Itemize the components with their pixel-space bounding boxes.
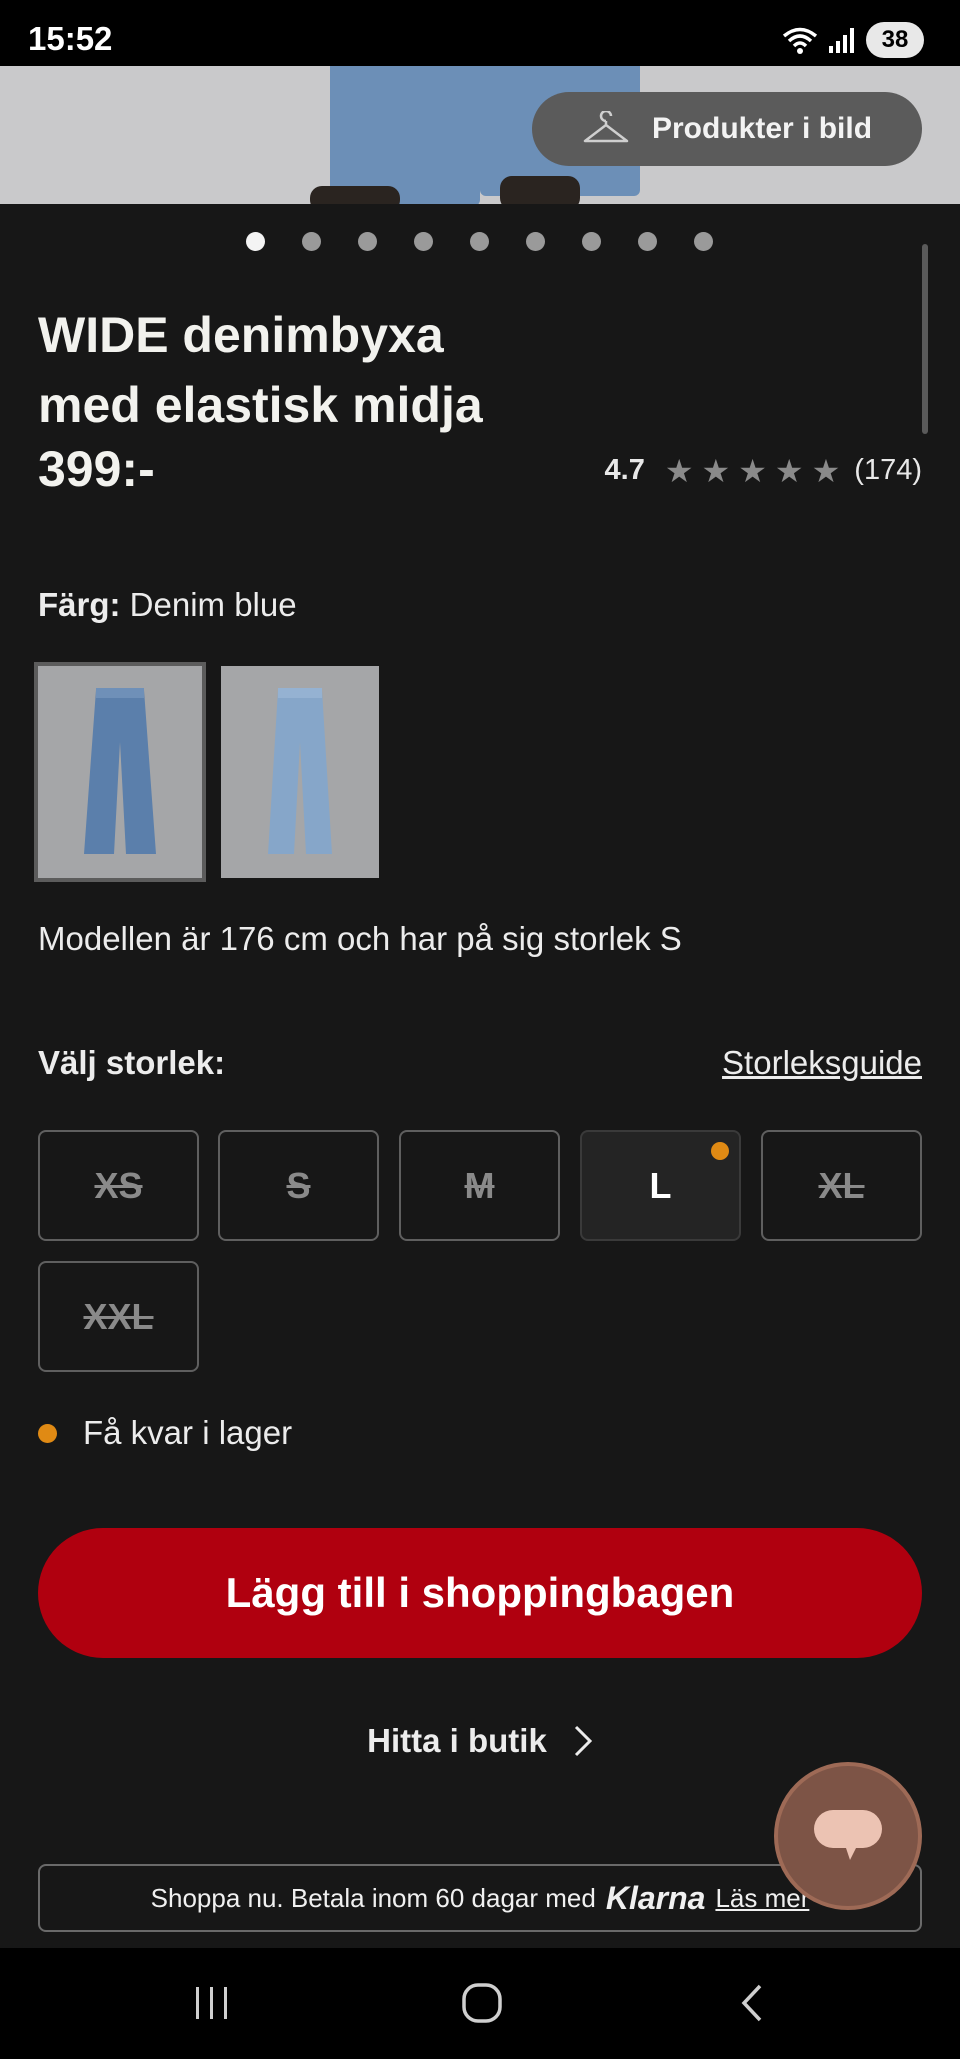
shoe-left bbox=[310, 186, 400, 204]
product-rating[interactable]: 4.7 ★ ★ ★ ★ ★ (174) bbox=[605, 454, 922, 487]
jeans-leg-left bbox=[330, 66, 480, 204]
products-in-image-label: Produkter i bild bbox=[652, 112, 873, 145]
rating-value: 4.7 bbox=[604, 454, 645, 486]
carousel-dot[interactable] bbox=[302, 232, 321, 251]
klarna-text: Shoppa nu. Betala inom 60 dagar med bbox=[150, 1882, 596, 1913]
size-option-xxl[interactable]: XXL bbox=[38, 1261, 199, 1372]
carousel-dot[interactable] bbox=[414, 232, 433, 251]
size-option-xl[interactable]: XL bbox=[761, 1130, 922, 1241]
chat-button[interactable] bbox=[774, 1762, 922, 1910]
size-heading: Välj storlek: bbox=[38, 1044, 226, 1081]
carousel-dot[interactable] bbox=[638, 232, 657, 251]
product-title-line: WIDE denimbyxa bbox=[38, 307, 444, 363]
star-icon: ★ bbox=[664, 452, 694, 489]
product-title: WIDE denimbyxa med elastisk midja bbox=[38, 300, 578, 440]
add-to-bag-button[interactable]: Lägg till i shoppingbagen bbox=[38, 1528, 922, 1658]
star-icon: ★ bbox=[738, 452, 767, 489]
home-icon bbox=[462, 1983, 502, 2023]
size-option-l[interactable]: L bbox=[580, 1130, 741, 1241]
status-icons: 38 bbox=[782, 22, 924, 58]
back-button[interactable] bbox=[722, 1978, 782, 2028]
jeans-thumbnail bbox=[84, 688, 156, 854]
scrollbar-thumb[interactable] bbox=[922, 244, 928, 434]
carousel-dot[interactable] bbox=[358, 232, 377, 251]
rating-stars: ★ ★ ★ ★ ★ bbox=[665, 455, 840, 487]
stock-text: Få kvar i lager bbox=[83, 1414, 293, 1451]
product-price: 399:- bbox=[38, 441, 155, 497]
size-guide-link[interactable]: Storleksguide bbox=[722, 1044, 922, 1082]
model-size-info: Modellen är 176 cm och har på sig storle… bbox=[38, 920, 682, 957]
stock-status: Få kvar i lager bbox=[38, 1414, 292, 1452]
klarna-logo: Klarna bbox=[605, 1879, 706, 1916]
status-bar: 15:52 38 bbox=[0, 0, 960, 66]
products-in-image-button[interactable]: Produkter i bild bbox=[532, 92, 922, 166]
product-title-line: med elastisk midja bbox=[38, 377, 483, 433]
review-count: (174) bbox=[854, 454, 922, 486]
size-option-m[interactable]: M bbox=[399, 1130, 560, 1241]
shoe-right bbox=[500, 176, 580, 204]
carousel-dot[interactable] bbox=[694, 232, 713, 251]
system-navigation-bar bbox=[0, 1948, 960, 2059]
size-option-s[interactable]: S bbox=[218, 1130, 379, 1241]
carousel-dot[interactable] bbox=[582, 232, 601, 251]
low-stock-dot bbox=[38, 1423, 57, 1443]
carousel-dot[interactable] bbox=[470, 232, 489, 251]
back-icon bbox=[741, 1984, 762, 2022]
find-in-store-label: Hitta i butik bbox=[367, 1722, 547, 1759]
carousel-dot[interactable] bbox=[246, 232, 265, 251]
color-swatch[interactable] bbox=[221, 666, 379, 878]
color-value: Denim blue bbox=[129, 586, 297, 623]
low-stock-indicator bbox=[711, 1142, 729, 1160]
star-icon: ★ bbox=[811, 452, 841, 489]
home-button[interactable] bbox=[452, 1978, 512, 2028]
status-time: 15:52 bbox=[28, 20, 113, 57]
color-label: Färg: bbox=[38, 586, 121, 623]
star-icon: ★ bbox=[774, 452, 804, 489]
size-option-label: L bbox=[649, 1164, 672, 1206]
wifi-icon bbox=[782, 27, 818, 54]
find-in-store-link[interactable]: Hitta i butik bbox=[0, 1722, 960, 1760]
recent-apps-button[interactable] bbox=[182, 1978, 242, 2028]
size-option-xs[interactable]: XS bbox=[38, 1130, 199, 1241]
recent-apps-icon bbox=[196, 1987, 227, 2019]
signal-icon bbox=[829, 28, 854, 53]
chat-bubble-icon bbox=[814, 1810, 882, 1860]
chevron-right-icon bbox=[574, 1725, 592, 1757]
battery-indicator: 38 bbox=[866, 22, 924, 58]
color-line: Färg: Denim blue bbox=[38, 586, 297, 624]
star-icon: ★ bbox=[701, 452, 731, 489]
color-swatch-selected[interactable] bbox=[34, 662, 206, 882]
carousel-dot[interactable] bbox=[526, 232, 545, 251]
jeans-thumbnail bbox=[268, 688, 332, 854]
image-carousel-dots bbox=[246, 232, 713, 251]
hanger-icon bbox=[583, 111, 629, 143]
